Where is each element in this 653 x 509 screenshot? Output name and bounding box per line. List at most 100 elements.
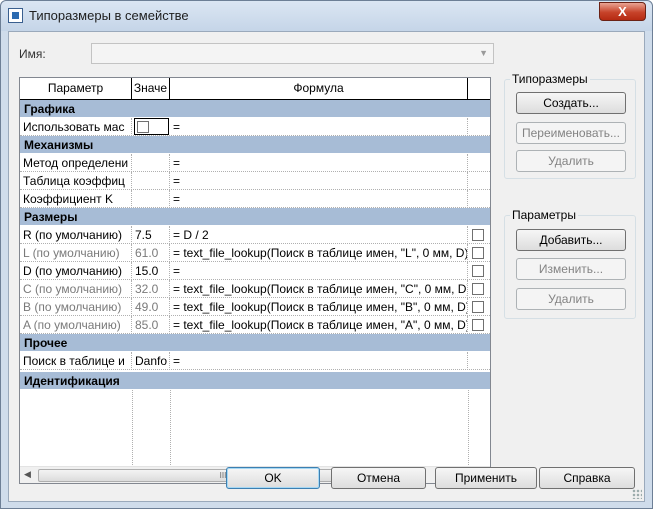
lock-cell (468, 298, 490, 316)
group-label: Прочее (24, 336, 68, 350)
title-bar[interactable]: Типоразмеры в семействе X (1, 1, 652, 31)
lock-cell (468, 226, 490, 244)
use-scale-checkbox-cell[interactable] (134, 118, 169, 135)
param-formula[interactable]: = (170, 172, 468, 190)
param-name: C (по умолчанию) (20, 280, 132, 298)
dialog-window: Типоразмеры в семействе X Имя: ▼ Парамет… (0, 0, 653, 509)
table-row[interactable]: L (по умолчанию) 61.0 = text_file_lookup… (20, 244, 490, 262)
table-row[interactable]: D (по умолчанию) 15.0 = (20, 262, 490, 280)
param-value: 32.0 (132, 280, 170, 298)
types-groupbox: Типоразмеры Создать... Переименовать... … (504, 72, 636, 179)
help-button[interactable]: Справка (539, 467, 635, 489)
group-header-other[interactable]: Прочее (20, 334, 490, 352)
column-header-parameter[interactable]: Параметр (20, 78, 132, 99)
table-row[interactable]: Поиск в таблице и Danfo = (20, 352, 490, 370)
add-param-button[interactable]: Добавить... (516, 229, 626, 251)
edit-param-button[interactable]: Изменить... (516, 258, 626, 280)
scroll-left-icon[interactable]: ◀ (24, 469, 31, 480)
ok-button[interactable]: OK (226, 467, 320, 489)
lock-cell (468, 244, 490, 262)
param-name: Таблица коэффиц (20, 172, 132, 190)
apply-button[interactable]: Применить (435, 467, 537, 489)
use-scale-checkbox[interactable] (137, 121, 149, 133)
param-formula[interactable]: = text_file_lookup(Поиск в таблице имен,… (170, 244, 468, 262)
lock-checkbox[interactable] (472, 265, 484, 277)
params-group-title: Параметры (510, 208, 578, 222)
column-header-formula[interactable]: Формула (170, 78, 468, 99)
group-label: Механизмы (24, 138, 94, 152)
param-value[interactable]: 7.5 (132, 226, 170, 244)
param-name: D (по умолчанию) (20, 262, 132, 280)
column-header-value[interactable]: Значе (132, 78, 170, 99)
param-value[interactable] (132, 172, 170, 190)
group-label: Идентификация (24, 374, 120, 388)
table-row[interactable]: Таблица коэффиц = (20, 172, 490, 190)
column-divider (468, 390, 469, 465)
param-value[interactable]: Danfo (132, 352, 170, 370)
params-groupbox: Параметры Добавить... Изменить... Удалит… (504, 208, 636, 319)
table-row[interactable]: A (по умолчанию) 85.0 = text_file_lookup… (20, 316, 490, 334)
create-type-button[interactable]: Создать... (516, 92, 626, 114)
lock-checkbox[interactable] (472, 283, 484, 295)
group-header-dimensions[interactable]: Размеры (20, 208, 490, 226)
param-name: R (по умолчанию) (20, 226, 132, 244)
table-row[interactable]: Метод определени = (20, 154, 490, 172)
delete-param-button[interactable]: Удалить (516, 288, 626, 310)
chevron-down-icon: ▼ (479, 48, 488, 58)
lock-checkbox[interactable] (472, 229, 484, 241)
param-formula[interactable]: = (170, 154, 468, 172)
group-header-graphics[interactable]: Графика (20, 100, 490, 118)
rename-type-button[interactable]: Переименовать... (516, 122, 626, 144)
close-button[interactable]: X (599, 2, 646, 21)
param-name: Использовать мас (20, 118, 132, 136)
param-value: 85.0 (132, 316, 170, 334)
table-row[interactable]: Использовать мас = (20, 118, 490, 136)
param-formula[interactable]: = text_file_lookup(Поиск в таблице имен,… (170, 298, 468, 316)
column-divider (170, 390, 171, 465)
dialog-client-area: Имя: ▼ Параметр Значе Формула Графика Ис… (8, 31, 645, 502)
table-row[interactable]: B (по умолчанию) 49.0 = text_file_lookup… (20, 298, 490, 316)
param-name: B (по умолчанию) (20, 298, 132, 316)
param-name: Коэффициент K (20, 190, 132, 208)
param-name: Поиск в таблице и (20, 352, 132, 370)
name-label: Имя: (19, 47, 46, 61)
name-combobox[interactable]: ▼ (91, 43, 494, 64)
param-value: 61.0 (132, 244, 170, 262)
group-header-identification[interactable]: Идентификация (20, 372, 490, 390)
window-title: Типоразмеры в семействе (29, 8, 189, 23)
delete-type-button[interactable]: Удалить (516, 150, 626, 172)
app-icon (8, 8, 23, 23)
group-header-mechanisms[interactable]: Механизмы (20, 136, 490, 154)
table-row[interactable]: C (по умолчанию) 32.0 = text_file_lookup… (20, 280, 490, 298)
table-row[interactable]: Коэффициент K = (20, 190, 490, 208)
param-value[interactable] (132, 190, 170, 208)
param-value[interactable]: 15.0 (132, 262, 170, 280)
lock-checkbox[interactable] (472, 319, 484, 331)
lock-checkbox[interactable] (472, 247, 484, 259)
grid-header: Параметр Значе Формула (20, 78, 490, 100)
resize-grip-icon[interactable] (632, 489, 642, 499)
param-formula[interactable]: = D / 2 (170, 226, 468, 244)
lock-cell (468, 262, 490, 280)
parameters-grid[interactable]: Параметр Значе Формула Графика Использов… (19, 77, 491, 484)
param-name: A (по умолчанию) (20, 316, 132, 334)
column-divider (132, 390, 133, 465)
param-value[interactable] (132, 154, 170, 172)
param-value: 49.0 (132, 298, 170, 316)
lock-cell (468, 280, 490, 298)
param-formula[interactable]: = text_file_lookup(Поиск в таблице имен,… (170, 316, 468, 334)
param-formula[interactable]: = (170, 190, 468, 208)
types-group-title: Типоразмеры (510, 72, 590, 86)
param-formula[interactable]: = (170, 262, 468, 280)
lock-checkbox[interactable] (472, 301, 484, 313)
cancel-button[interactable]: Отмена (331, 467, 426, 489)
param-name: Метод определени (20, 154, 132, 172)
column-header-lock[interactable] (468, 78, 490, 99)
param-formula[interactable]: = text_file_lookup(Поиск в таблице имен,… (170, 280, 468, 298)
lock-cell (468, 316, 490, 334)
param-formula[interactable]: = (170, 352, 468, 370)
param-name: L (по умолчанию) (20, 244, 132, 262)
param-formula[interactable]: = (170, 118, 468, 136)
group-label: Графика (24, 102, 75, 116)
table-row[interactable]: R (по умолчанию) 7.5 = D / 2 (20, 226, 490, 244)
